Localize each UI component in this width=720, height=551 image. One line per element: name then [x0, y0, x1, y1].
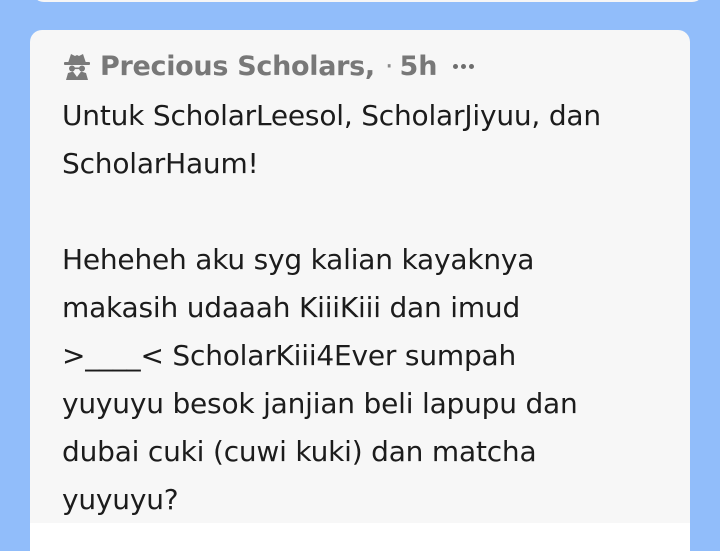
- post-time: 5h: [399, 50, 438, 82]
- post-actions-area: [30, 523, 690, 551]
- post-author[interactable]: Precious Scholars,: [100, 51, 375, 82]
- more-horizontal-icon[interactable]: [453, 51, 477, 81]
- post-card: Precious Scholars, · 5h Untuk ScholarLee…: [30, 30, 690, 523]
- header-separator: ·: [384, 50, 394, 82]
- previous-post-card: [32, 0, 704, 2]
- incognito-spy-icon: [62, 51, 92, 81]
- post-body: Untuk ScholarLeesol, ScholarJiyuu, dan S…: [62, 99, 601, 516]
- post-header: Precious Scholars, · 5h: [62, 46, 477, 86]
